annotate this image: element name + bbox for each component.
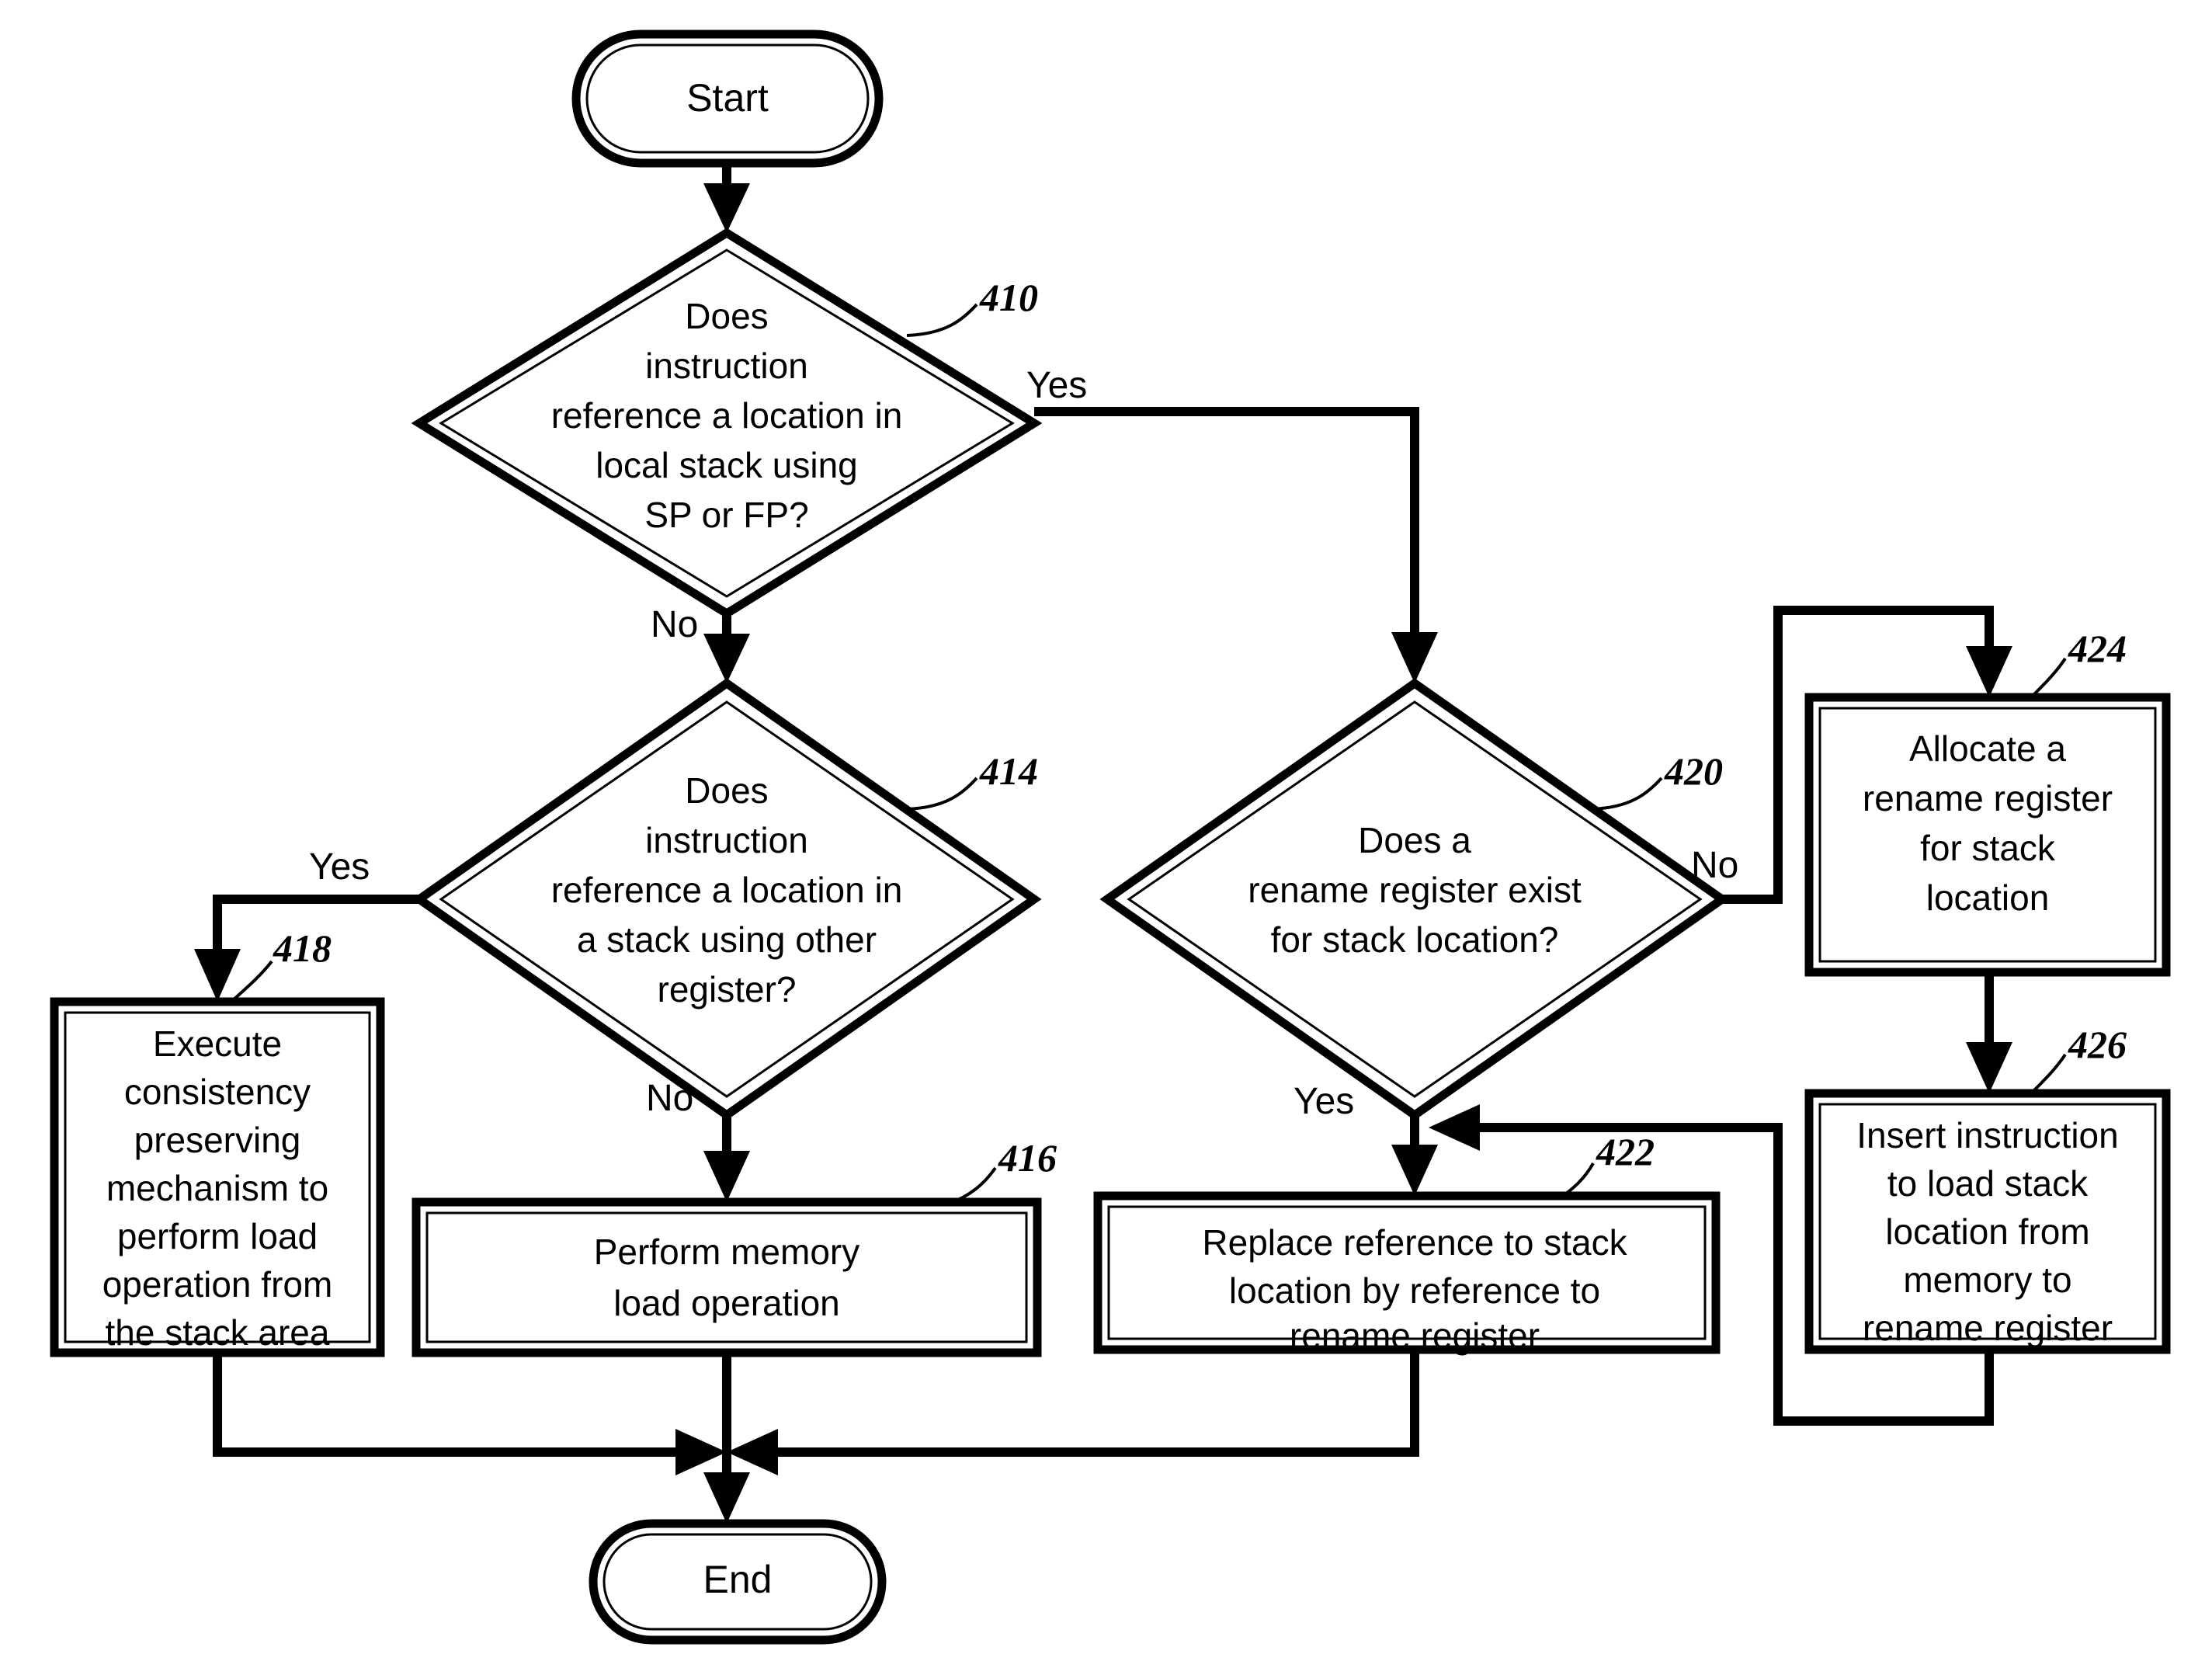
node-414-line-2: reference a location in — [551, 870, 903, 910]
node-410-line-4: SP or FP? — [644, 495, 808, 535]
node-418-line-1: consistency — [124, 1072, 311, 1112]
node-416-line-1: load operation — [613, 1283, 840, 1323]
node-418-line-4: perform load — [117, 1216, 318, 1256]
ref-label-426: 426 — [2068, 1023, 2127, 1066]
node-420-line-0: Does a — [1358, 820, 1471, 860]
node-424-line-0: Allocate a — [1909, 728, 2066, 769]
ref-callout-414: 414 — [906, 749, 1038, 811]
node-process-422[interactable]: Replace reference to stack location by r… — [1093, 1191, 1721, 1356]
connector-start-to-410 — [703, 163, 750, 233]
node-426-line-1: to load stack — [1887, 1163, 2089, 1204]
connector-418-to-merge — [213, 1353, 727, 1475]
node-start-label: Start — [686, 76, 769, 120]
ref-callout-426: 426 — [2031, 1023, 2127, 1093]
node-418-line-3: mechanism to — [106, 1168, 328, 1208]
ref-label-418: 418 — [273, 926, 332, 970]
flowchart-svg: Start Does instruction reference a locat… — [50, 30, 2171, 1645]
node-416-line-0: Perform memory — [594, 1232, 859, 1272]
node-422-line-2: rename register — [1290, 1315, 1540, 1356]
node-process-424[interactable]: Allocate a rename register for stack loc… — [1804, 693, 2171, 977]
node-414-line-0: Does — [685, 770, 768, 811]
ref-label-420: 420 — [1664, 749, 1723, 793]
ref-callout-416: 416 — [948, 1136, 1057, 1205]
ref-label-424: 424 — [2068, 627, 2127, 670]
node-start[interactable]: Start — [571, 30, 884, 168]
ref-callout-418: 418 — [231, 926, 332, 1002]
node-424-line-2: for stack — [1920, 828, 2056, 868]
node-422-line-0: Replace reference to stack — [1202, 1222, 1627, 1263]
branch-label-414-no: No — [646, 1078, 693, 1119]
node-410-line-0: Does — [685, 296, 768, 336]
node-424-line-1: rename register — [1863, 778, 2113, 818]
ref-label-410: 410 — [979, 276, 1038, 319]
branch-label-420-no: No — [1691, 845, 1738, 886]
connector-416-to-end — [703, 1353, 750, 1524]
node-end[interactable]: End — [589, 1519, 887, 1645]
connector-424-to-426 — [1966, 972, 2012, 1093]
node-426-line-3: memory to — [1903, 1260, 2071, 1300]
ref-label-422: 422 — [1596, 1130, 1655, 1173]
node-418-line-0: Execute — [153, 1023, 282, 1064]
flowchart-canvas: Start Does instruction reference a locat… — [0, 0, 2212, 1668]
node-420-line-1: rename register exist — [1248, 870, 1582, 910]
ref-callout-422: 422 — [1559, 1130, 1655, 1199]
node-418-line-6: the stack area — [106, 1312, 330, 1353]
node-decision-414[interactable]: Does instruction reference a location in… — [411, 678, 1042, 1121]
node-424-line-3: location — [1926, 877, 2050, 918]
node-410-line-1: instruction — [645, 346, 808, 386]
branch-label-410-no: No — [651, 604, 698, 645]
ref-callout-424: 424 — [2031, 627, 2127, 697]
connector-410-no-to-414 — [703, 613, 750, 683]
node-420-line-2: for stack location? — [1271, 919, 1559, 960]
node-process-416[interactable]: Perform memory load operation — [411, 1197, 1042, 1357]
node-decision-410[interactable]: Does instruction reference a location in… — [411, 228, 1043, 619]
node-422-line-1: location by reference to — [1229, 1270, 1600, 1311]
branch-label-414-yes: Yes — [309, 846, 370, 888]
node-426-line-4: rename register — [1863, 1308, 2113, 1348]
node-end-label: End — [703, 1558, 773, 1601]
node-414-line-3: a stack using other — [577, 919, 877, 960]
branch-label-410-yes: Yes — [1026, 365, 1087, 406]
node-process-418[interactable]: Execute consistency preserving mechanism… — [50, 997, 385, 1357]
node-418-line-5: operation from — [102, 1264, 333, 1305]
node-426-line-2: location from — [1885, 1211, 2089, 1252]
node-414-line-4: register? — [658, 969, 797, 1009]
node-process-426[interactable]: Insert instruction to load stack locatio… — [1804, 1089, 2171, 1354]
node-decision-420[interactable]: Does a rename register exist for stack l… — [1099, 678, 1730, 1121]
ref-label-414: 414 — [979, 749, 1038, 793]
ref-callout-420: 420 — [1591, 749, 1723, 811]
ref-callout-410: 410 — [906, 276, 1038, 337]
node-426-line-0: Insert instruction — [1856, 1115, 2118, 1155]
node-418-line-2: preserving — [134, 1120, 301, 1160]
node-410-line-3: local stack using — [596, 445, 858, 485]
node-410-line-2: reference a location in — [551, 395, 903, 436]
connector-410-yes-to-420 — [1034, 407, 1438, 683]
connector-422-to-merge — [727, 1350, 1419, 1475]
ref-label-416: 416 — [998, 1136, 1057, 1180]
branch-label-420-yes: Yes — [1294, 1081, 1354, 1122]
node-414-line-1: instruction — [645, 820, 808, 860]
